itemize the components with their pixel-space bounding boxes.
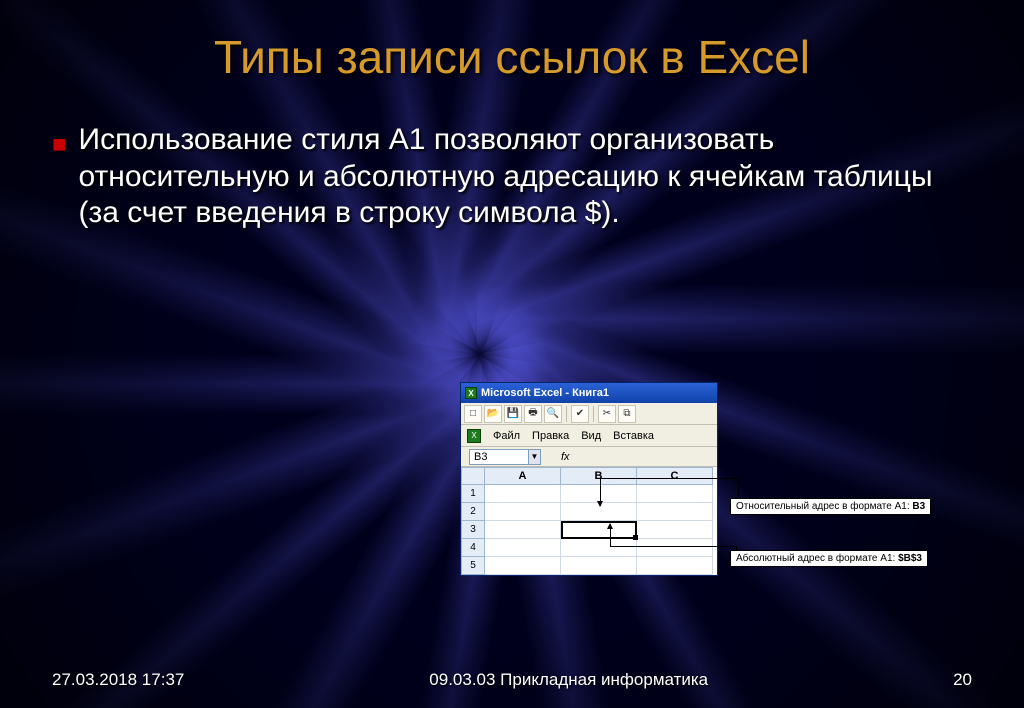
menu-view[interactable]: Вид bbox=[581, 430, 601, 442]
cell-a3[interactable] bbox=[485, 521, 561, 539]
fill-handle-icon[interactable] bbox=[633, 535, 638, 540]
callout-absolute: Абсолютный адрес в формате A1: $B$3 bbox=[730, 550, 928, 567]
excel-toolbar: □ 📂 💾 🖶 🔍 ✔ ✂ ⧉ bbox=[461, 403, 717, 425]
cell-c5[interactable] bbox=[637, 557, 713, 575]
name-box-row: B3 ▼ fx bbox=[461, 447, 717, 467]
menu-insert[interactable]: Вставка bbox=[613, 430, 654, 442]
excel-logo-icon: X bbox=[465, 387, 477, 399]
slide-footer: 27.03.2018 17:37 09.03.03 Прикладная инф… bbox=[0, 670, 1024, 690]
excel-illustration: X Microsoft Excel - Книга1 □ 📂 💾 🖶 🔍 ✔ ✂… bbox=[460, 382, 870, 602]
bullet-icon: ■ bbox=[52, 130, 67, 232]
fx-label[interactable]: fx bbox=[561, 451, 570, 463]
workbook-icon: X bbox=[467, 429, 481, 443]
callout-relative-value: B3 bbox=[912, 501, 925, 512]
name-box[interactable]: B3 bbox=[469, 449, 529, 465]
row-header[interactable]: 4 bbox=[461, 539, 485, 557]
new-icon[interactable]: □ bbox=[464, 405, 482, 423]
slide-content: Типы записи ссылок в Excel ■ Использован… bbox=[0, 0, 1024, 708]
body-text: Использование стиля A1 позволяют организ… bbox=[79, 122, 973, 232]
callout-connector bbox=[610, 546, 736, 547]
callout-connector bbox=[600, 478, 738, 479]
row-header[interactable]: 2 bbox=[461, 503, 485, 521]
spreadsheet-grid: 1 2 3 4 5 A B C bbox=[461, 467, 717, 575]
menu-edit[interactable]: Правка bbox=[532, 430, 569, 442]
column-headers: A B C bbox=[485, 467, 713, 485]
callout-relative-text: Относительный адрес в формате A1: bbox=[736, 501, 912, 512]
callout-absolute-value: $B$3 bbox=[898, 553, 922, 564]
cell-b3-selected[interactable] bbox=[561, 521, 637, 539]
cell-c2[interactable] bbox=[637, 503, 713, 521]
toolbar-separator bbox=[593, 406, 594, 422]
row-header[interactable]: 5 bbox=[461, 557, 485, 575]
cell-a4[interactable] bbox=[485, 539, 561, 557]
cell-a1[interactable] bbox=[485, 485, 561, 503]
callout-relative: Относительный адрес в формате A1: B3 bbox=[730, 498, 931, 515]
column-header[interactable]: B bbox=[561, 467, 637, 485]
column-header[interactable]: C bbox=[637, 467, 713, 485]
cell-a5[interactable] bbox=[485, 557, 561, 575]
excel-window-title: Microsoft Excel - Книга1 bbox=[481, 387, 609, 399]
preview-icon[interactable]: 🔍 bbox=[544, 405, 562, 423]
toolbar-separator bbox=[566, 406, 567, 422]
print-icon[interactable]: 🖶 bbox=[524, 405, 542, 423]
footer-page-number: 20 bbox=[953, 670, 972, 690]
menu-file[interactable]: Файл bbox=[493, 430, 520, 442]
save-icon[interactable]: 💾 bbox=[504, 405, 522, 423]
column-header[interactable]: A bbox=[485, 467, 561, 485]
cell-c3[interactable] bbox=[637, 521, 713, 539]
row-header[interactable]: 1 bbox=[461, 485, 485, 503]
select-all-corner[interactable] bbox=[461, 467, 485, 485]
slide-title: Типы записи ссылок в Excel bbox=[52, 30, 972, 84]
body-paragraph: ■ Использование стиля A1 позволяют орган… bbox=[52, 122, 972, 232]
cell-c4[interactable] bbox=[637, 539, 713, 557]
row-header[interactable]: 3 bbox=[461, 521, 485, 539]
excel-menubar: X Файл Правка Вид Вставка bbox=[461, 425, 717, 447]
copy-icon[interactable]: ⧉ bbox=[618, 405, 636, 423]
cell-c1[interactable] bbox=[637, 485, 713, 503]
callout-absolute-text: Абсолютный адрес в формате A1: bbox=[736, 553, 898, 564]
excel-titlebar: X Microsoft Excel - Книга1 bbox=[461, 383, 717, 403]
arrow-up-icon bbox=[610, 524, 611, 546]
footer-center: 09.03.03 Прикладная информатика bbox=[429, 670, 708, 690]
cut-icon[interactable]: ✂ bbox=[598, 405, 616, 423]
spellcheck-icon[interactable]: ✔ bbox=[571, 405, 589, 423]
open-icon[interactable]: 📂 bbox=[484, 405, 502, 423]
arrow-down-icon bbox=[600, 478, 601, 506]
cell-a2[interactable] bbox=[485, 503, 561, 521]
cell-b4[interactable] bbox=[561, 539, 637, 557]
name-box-dropdown-icon[interactable]: ▼ bbox=[529, 449, 541, 465]
cell-b5[interactable] bbox=[561, 557, 637, 575]
footer-date: 27.03.2018 17:37 bbox=[52, 670, 184, 690]
row-headers: 1 2 3 4 5 bbox=[461, 485, 485, 575]
